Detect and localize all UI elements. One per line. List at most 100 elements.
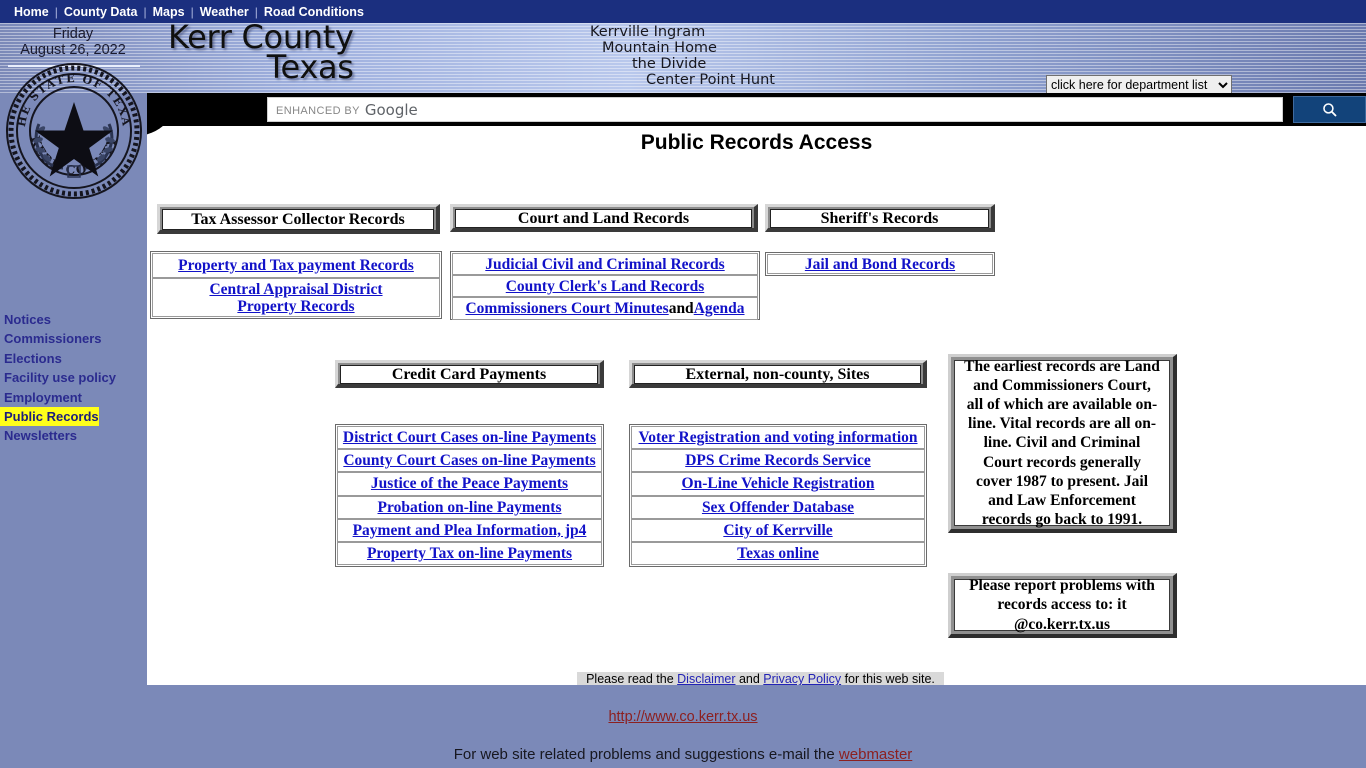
google-branding: ENHANCED BY Google xyxy=(268,101,418,119)
link-webmaster[interactable]: webmaster xyxy=(839,746,912,763)
link-justice-of-the-peace-payments[interactable]: Justice of the Peace Payments xyxy=(371,475,568,492)
topnav-item-weather[interactable]: Weather xyxy=(194,5,255,19)
court-land-heading-plaque: Court and Land Records xyxy=(450,204,758,232)
page-footer: http://www.co.kerr.tx.us For web site re… xyxy=(0,685,1366,768)
link-disclaimer[interactable]: Disclaimer xyxy=(677,672,735,685)
link-cell[interactable]: Property and Tax payment Records xyxy=(152,253,440,278)
disclaimer-post: for this web site. xyxy=(841,672,935,685)
external-sites-heading: External, non-county, Sites xyxy=(634,365,921,384)
link-cell[interactable]: Justice of the Peace Payments xyxy=(337,472,602,496)
link-sex-offender-database[interactable]: Sex Offender Database xyxy=(702,499,854,516)
site-title-line2: Texas xyxy=(266,48,354,86)
topnav-item-maps[interactable]: Maps xyxy=(147,5,191,19)
link-cell[interactable]: Texas online xyxy=(631,541,925,566)
court-land-links-box: Judicial Civil and Criminal Records Coun… xyxy=(450,251,760,320)
link-county-clerks-land-records[interactable]: County Clerk's Land Records xyxy=(506,278,705,295)
link-dps-crime-records-service[interactable]: DPS Crime Records Service xyxy=(685,452,871,469)
cities-list: Kerrville Ingram Mountain Home the Divid… xyxy=(560,24,860,88)
webmaster-text: For web site related problems and sugges… xyxy=(453,746,839,763)
disclaimer-pre: Please read the xyxy=(586,672,678,685)
topnav-item-road-conditions[interactable]: Road Conditions xyxy=(258,5,370,19)
city-line-3: the Divide xyxy=(632,56,707,72)
topnav-item-county-data[interactable]: County Data xyxy=(58,5,144,19)
link-cell[interactable]: Commissioners Court Minutes and Agenda xyxy=(452,297,758,320)
google-search-input[interactable]: ENHANCED BY Google xyxy=(267,97,1283,122)
link-county-website-url[interactable]: http://www.co.kerr.tx.us xyxy=(0,709,1366,725)
link-cell[interactable]: Property Tax on-line Payments xyxy=(337,541,602,566)
link-property-tax-online-payments[interactable]: Property Tax on-line Payments xyxy=(367,545,572,562)
sidebar-item-newsletters[interactable]: Newsletters xyxy=(0,426,77,445)
department-list-select[interactable]: click here for department list xyxy=(1046,75,1232,95)
link-voter-registration-and-voting-information[interactable]: Voter Registration and voting informatio… xyxy=(639,429,918,446)
tax-assessor-heading: Tax Assessor Collector Records xyxy=(162,209,434,230)
link-county-court-cases-online-payments[interactable]: County Court Cases on-line Payments xyxy=(343,452,595,469)
sidebar-item-commissioners[interactable]: Commissioners xyxy=(0,329,102,348)
link-city-of-kerrville[interactable]: City of Kerrville xyxy=(723,522,832,539)
page-root: Home | County Data | Maps | Weather | Ro… xyxy=(0,0,1366,768)
credit-card-heading: Credit Card Payments xyxy=(340,365,598,384)
link-cell[interactable]: Probation on-line Payments xyxy=(337,495,602,519)
external-sites-links-box: Voter Registration and voting informatio… xyxy=(629,424,927,567)
link-judicial-civil-and-criminal-records[interactable]: Judicial Civil and Criminal Records xyxy=(485,256,724,273)
link-cell[interactable]: County Court Cases on-line Payments xyxy=(337,449,602,473)
link-cell[interactable]: Payment and Plea Information, jp4 xyxy=(337,518,602,542)
site-title: Kerr County Texas xyxy=(168,21,354,86)
link-texas-online[interactable]: Texas online xyxy=(737,545,819,562)
report-problems-note: Please report problems with records acce… xyxy=(948,573,1177,638)
link-payment-and-plea-information-jp4[interactable]: Payment and Plea Information, jp4 xyxy=(353,522,587,539)
tax-assessor-heading-plaque: Tax Assessor Collector Records xyxy=(157,204,440,234)
link-cell[interactable]: On-Line Vehicle Registration xyxy=(631,472,925,496)
main-content: ENHANCED BY Google Public Records Access … xyxy=(147,93,1366,685)
link-probation-online-payments[interactable]: Probation on-line Payments xyxy=(378,499,562,516)
kerr-county-seal: THE STATE OF TEXAS KERR COUNTY xyxy=(0,52,143,200)
report-problems-text: Please report problems with records acce… xyxy=(954,577,1170,633)
link-online-vehicle-registration[interactable]: On-Line Vehicle Registration xyxy=(682,475,875,492)
sidebar-item-public-records[interactable]: Public Records xyxy=(0,407,99,427)
link-central-appraisal-district-property-records[interactable]: Central Appraisal District Property Recor… xyxy=(209,281,382,315)
search-submit-button[interactable] xyxy=(1293,96,1366,123)
disclaimer-mid: and xyxy=(735,672,764,685)
search-icon xyxy=(1323,103,1337,117)
court-land-heading: Court and Land Records xyxy=(455,209,752,228)
link-cell[interactable]: Judicial Civil and Criminal Records xyxy=(452,253,758,275)
credit-card-heading-plaque: Credit Card Payments xyxy=(335,360,604,388)
link-cell[interactable]: City of Kerrville xyxy=(631,518,925,542)
sheriff-heading-plaque: Sheriff's Records xyxy=(765,204,995,232)
link-district-court-cases-online-payments[interactable]: District Court Cases on-line Payments xyxy=(343,429,596,446)
link-cell[interactable]: Central Appraisal District Property Recor… xyxy=(152,278,440,317)
sheriff-links-box: Jail and Bond Records xyxy=(765,252,995,276)
link-agenda[interactable]: Agenda xyxy=(694,300,745,317)
current-date: Friday August 26, 2022 xyxy=(0,23,146,58)
sidebar-item-elections[interactable]: Elections xyxy=(0,349,62,368)
sidebar-item-notices[interactable]: Notices xyxy=(0,310,51,329)
webmaster-line: For web site related problems and sugges… xyxy=(0,746,1366,763)
city-line-4: Center Point Hunt xyxy=(646,72,775,88)
disclaimer-line: Please read the Disclaimer and Privacy P… xyxy=(577,672,944,685)
sidebar-item-employment[interactable]: Employment xyxy=(0,388,82,407)
records-info-text: The earliest records are Land and Commis… xyxy=(954,358,1170,528)
link-privacy-policy[interactable]: Privacy Policy xyxy=(763,672,841,685)
enhanced-by-label: ENHANCED BY xyxy=(276,104,360,117)
link-commissioners-court-minutes[interactable]: Commissioners Court Minutes xyxy=(465,300,668,317)
topnav-item-home[interactable]: Home xyxy=(8,5,55,19)
link-cell[interactable]: DPS Crime Records Service xyxy=(631,449,925,473)
conjunction-and: and xyxy=(668,299,694,317)
external-sites-heading-plaque: External, non-county, Sites xyxy=(629,360,927,388)
link-jail-and-bond-records[interactable]: Jail and Bond Records xyxy=(805,256,955,273)
link-cell[interactable]: Jail and Bond Records xyxy=(767,254,993,274)
records-info-note: The earliest records are Land and Commis… xyxy=(948,354,1177,533)
sidebar-menu: Notices Commissioners Elections Facility… xyxy=(0,310,147,446)
sidebar-item-facility-use-policy[interactable]: Facility use policy xyxy=(0,368,116,387)
date-full: August 26, 2022 xyxy=(20,42,126,58)
link-cell[interactable]: Sex Offender Database xyxy=(631,495,925,519)
sheriff-heading: Sheriff's Records xyxy=(770,209,989,228)
city-line-2: Mountain Home xyxy=(602,40,717,56)
city-line-1: Kerrville Ingram xyxy=(590,24,706,40)
tax-assessor-links-box: Property and Tax payment Records Central… xyxy=(150,251,442,319)
date-day: Friday xyxy=(52,26,94,42)
link-cell[interactable]: Voter Registration and voting informatio… xyxy=(631,426,925,450)
link-property-and-tax-payment-records[interactable]: Property and Tax payment Records xyxy=(178,257,414,274)
credit-card-links-box: District Court Cases on-line Payments Co… xyxy=(335,424,604,567)
link-cell[interactable]: District Court Cases on-line Payments xyxy=(337,426,602,450)
link-cell[interactable]: County Clerk's Land Records xyxy=(452,275,758,297)
